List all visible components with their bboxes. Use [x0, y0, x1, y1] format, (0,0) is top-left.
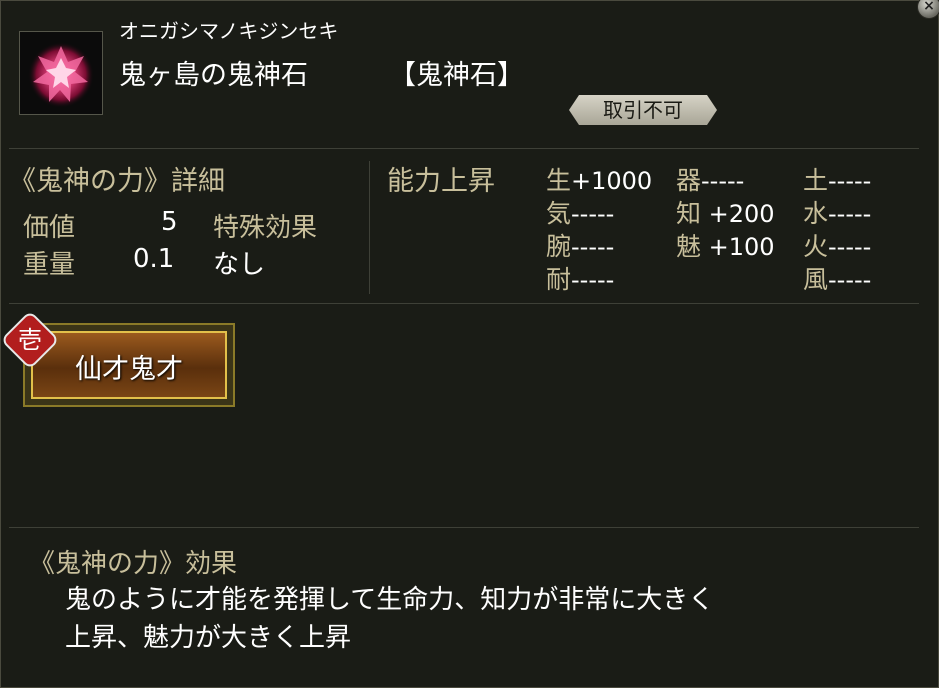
effect-line-1: 鬼のように才能を発揮して生命力、知力が非常に大きく	[65, 585, 715, 615]
value-amount: 5	[161, 207, 178, 237]
close-button[interactable]: ×	[917, 0, 939, 19]
ability-charm: 魅 +100	[676, 232, 775, 261]
ability-earth: 土-----	[803, 166, 872, 195]
divider-middle	[9, 303, 919, 304]
ability-wind: 風-----	[803, 265, 872, 294]
ability-fire: 火-----	[803, 232, 872, 261]
item-category: 【鬼神石】	[389, 60, 524, 91]
item-name: 鬼ヶ島の鬼神石	[119, 60, 308, 91]
ability-dexterity: 器-----	[676, 166, 745, 195]
close-icon: ×	[923, 0, 935, 14]
red-gem-icon	[28, 42, 94, 108]
item-reading: オニガシマノキジンセキ	[119, 19, 339, 43]
trade-status-badge: 取引不可	[569, 95, 717, 125]
effect-title: 《鬼神の力》効果	[29, 549, 238, 579]
ability-arm: 腕-----	[546, 232, 615, 261]
ability-endurance: 耐-----	[546, 265, 615, 294]
weight-label: 重量	[23, 250, 76, 280]
item-detail-panel: × オニガシマノキジンセキ 鬼ヶ島の鬼神石 【鬼神石】 取引不可 《鬼神の力》詳…	[0, 0, 939, 688]
ability-water: 水-----	[803, 199, 872, 228]
ability-title: 能力上昇	[387, 166, 495, 197]
special-effect-label: 特殊効果	[213, 213, 318, 243]
weight-amount: 0.1	[133, 244, 175, 274]
effect-line-2: 上昇、魅力が大きく上昇	[65, 623, 352, 653]
divider-top	[9, 148, 919, 149]
divider-vertical	[369, 161, 370, 294]
ability-hp: 生+1000	[546, 166, 653, 195]
rank-badge-text: 壱	[18, 326, 42, 354]
ability-intelligence: 知 +200	[676, 199, 775, 228]
ability-ki: 気-----	[546, 199, 615, 228]
special-effect-value: なし	[213, 250, 266, 280]
value-label: 価値	[23, 213, 76, 243]
skill-label: 仙才鬼才	[75, 354, 183, 385]
divider-bottom	[9, 527, 919, 528]
item-icon-frame	[19, 31, 103, 115]
details-title: 《鬼神の力》詳細	[9, 166, 225, 197]
